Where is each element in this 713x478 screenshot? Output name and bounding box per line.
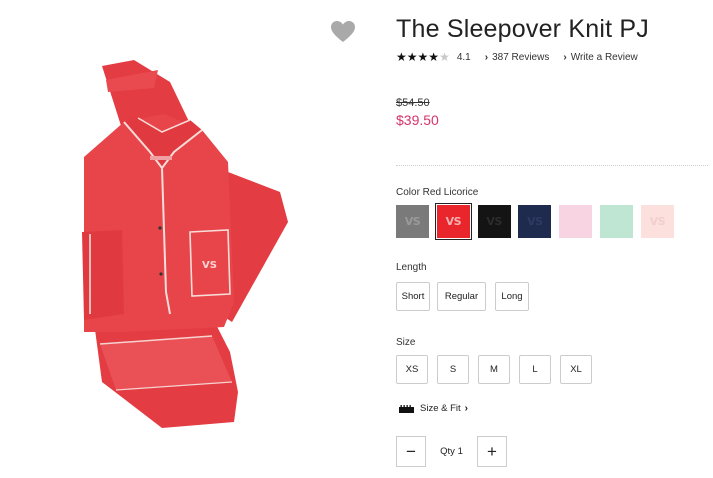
swatch-logo: VS	[527, 215, 543, 228]
color-swatch-pink[interactable]	[559, 205, 593, 238]
size-option-s[interactable]: S	[437, 355, 469, 384]
color-swatch-mint[interactable]	[599, 205, 633, 238]
size-option-l[interactable]: L	[519, 355, 551, 384]
star-rating: ★ ★ ★ ★ ★	[396, 51, 450, 63]
swatch-logo: VS	[445, 215, 462, 228]
color-swatch-navy[interactable]: VS	[518, 205, 552, 238]
rating-row: ★ ★ ★ ★ ★ 4.1 › 387 Reviews › Write a Re…	[396, 50, 638, 64]
star-icon: ★	[396, 50, 407, 64]
color-swatches: VS VS VS VS VS	[396, 203, 682, 240]
star-empty-icon: ★	[439, 50, 450, 64]
size-option-xl[interactable]: XL	[560, 355, 592, 384]
star-icon: ★	[406, 50, 418, 64]
quantity-stepper: − Qty 1 +	[396, 436, 507, 467]
product-image: VS	[62, 52, 292, 430]
reviews-link[interactable]: › 387 Reviews	[485, 52, 550, 63]
color-label: Color Red Licorice	[396, 187, 479, 198]
swatch-logo: VS	[486, 215, 502, 228]
divider	[396, 165, 708, 166]
star-icon: ★	[428, 50, 440, 64]
color-swatch-black[interactable]: VS	[477, 205, 511, 238]
ruler-icon	[399, 404, 414, 413]
length-options: Short Regular Long	[396, 282, 538, 311]
product-details: The Sleepover Knit PJ ★ ★ ★ ★ ★ 4.1 › 38…	[396, 0, 708, 478]
swatch-logo: VS	[404, 215, 421, 228]
size-option-m[interactable]: M	[478, 355, 510, 384]
size-fit-link[interactable]: Size & Fit ›	[399, 403, 468, 414]
rating-value: 4.1	[456, 51, 471, 63]
length-option-regular[interactable]: Regular	[437, 282, 486, 311]
quantity-value: 1	[457, 446, 463, 457]
length-option-long[interactable]: Long	[495, 282, 529, 311]
quantity-label: Qty	[440, 446, 455, 457]
quantity-increase-button[interactable]: +	[477, 436, 507, 467]
size-option-xs[interactable]: XS	[396, 355, 428, 384]
quantity-display: Qty 1	[426, 446, 477, 457]
wishlist-heart-icon[interactable]	[330, 20, 356, 44]
chevron-right-icon: ›	[464, 403, 468, 414]
size-label: Size	[396, 337, 416, 348]
write-review-link[interactable]: › Write a Review	[563, 52, 637, 63]
sale-price: $39.50	[396, 112, 439, 128]
size-options: XS S M L XL	[396, 355, 601, 384]
quantity-decrease-button[interactable]: −	[396, 436, 426, 467]
star-icon: ★	[417, 50, 429, 64]
product-title: The Sleepover Knit PJ	[396, 15, 649, 43]
swatch-logo: VS	[649, 215, 666, 228]
length-option-short[interactable]: Short	[396, 282, 430, 311]
color-swatch-red-licorice[interactable]: VS	[434, 203, 472, 240]
length-label: Length	[396, 262, 427, 273]
chevron-right-icon: ›	[563, 51, 567, 63]
color-swatch-grey[interactable]: VS	[396, 205, 429, 238]
reviews-label: 387 Reviews	[492, 51, 550, 63]
size-fit-label: Size & Fit	[420, 403, 461, 414]
color-swatch-blush[interactable]: VS	[640, 205, 674, 238]
original-price: $54.50	[396, 97, 430, 109]
chevron-right-icon: ›	[484, 51, 489, 63]
write-review-label: Write a Review	[570, 51, 638, 63]
pocket-logo: VS	[202, 260, 217, 271]
